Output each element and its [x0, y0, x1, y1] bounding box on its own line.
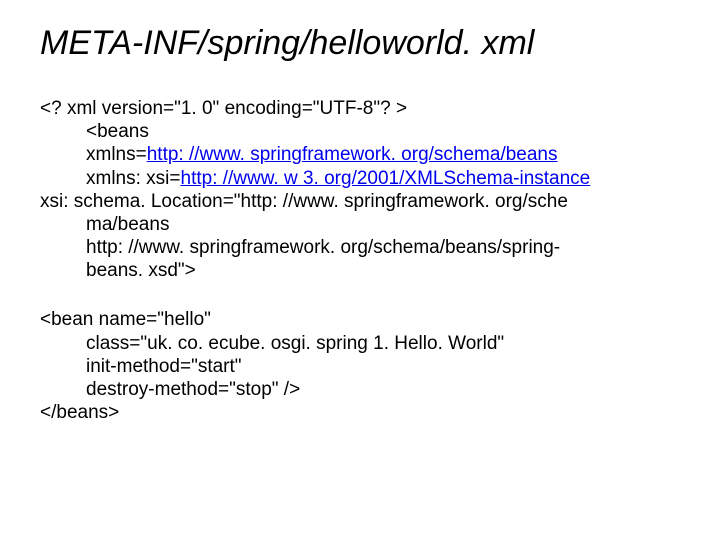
slide-title: META-INF/spring/helloworld. xml	[40, 24, 680, 63]
code-line: class="uk. co. ecube. osgi. spring 1. He…	[40, 332, 680, 355]
code-line: <beans	[40, 120, 680, 143]
code-line: init-method="start"	[40, 355, 680, 378]
code-line: ma/beans	[40, 213, 680, 236]
spacer	[40, 282, 680, 308]
code-line: beans. xsd">	[40, 259, 680, 282]
attr-name: xmlns: xsi=	[86, 168, 181, 189]
code-line: </beans>	[40, 401, 680, 424]
xmlns-link[interactable]: http: //www. springframework. org/schema…	[147, 144, 558, 165]
slide-container: META-INF/spring/helloworld. xml <? xml v…	[0, 0, 720, 540]
code-line: xmlns=http: //www. springframework. org/…	[40, 143, 680, 166]
code-line: http: //www. springframework. org/schema…	[40, 236, 680, 259]
code-line: xmlns: xsi=http: //www. w 3. org/2001/XM…	[40, 167, 680, 190]
code-line: <bean name="hello"	[40, 308, 680, 331]
attr-name: xmlns=	[86, 144, 147, 165]
code-line: xsi: schema. Location="http: //www. spri…	[40, 190, 680, 213]
code-line: destroy-method="stop" />	[40, 378, 680, 401]
xml-declaration-block: <? xml version="1. 0" encoding="UTF-8"? …	[40, 97, 680, 282]
xsi-link[interactable]: http: //www. w 3. org/2001/XMLSchema-ins…	[181, 168, 591, 189]
code-line: <? xml version="1. 0" encoding="UTF-8"? …	[40, 97, 680, 120]
bean-definition-block: <bean name="hello" class="uk. co. ecube.…	[40, 308, 680, 424]
